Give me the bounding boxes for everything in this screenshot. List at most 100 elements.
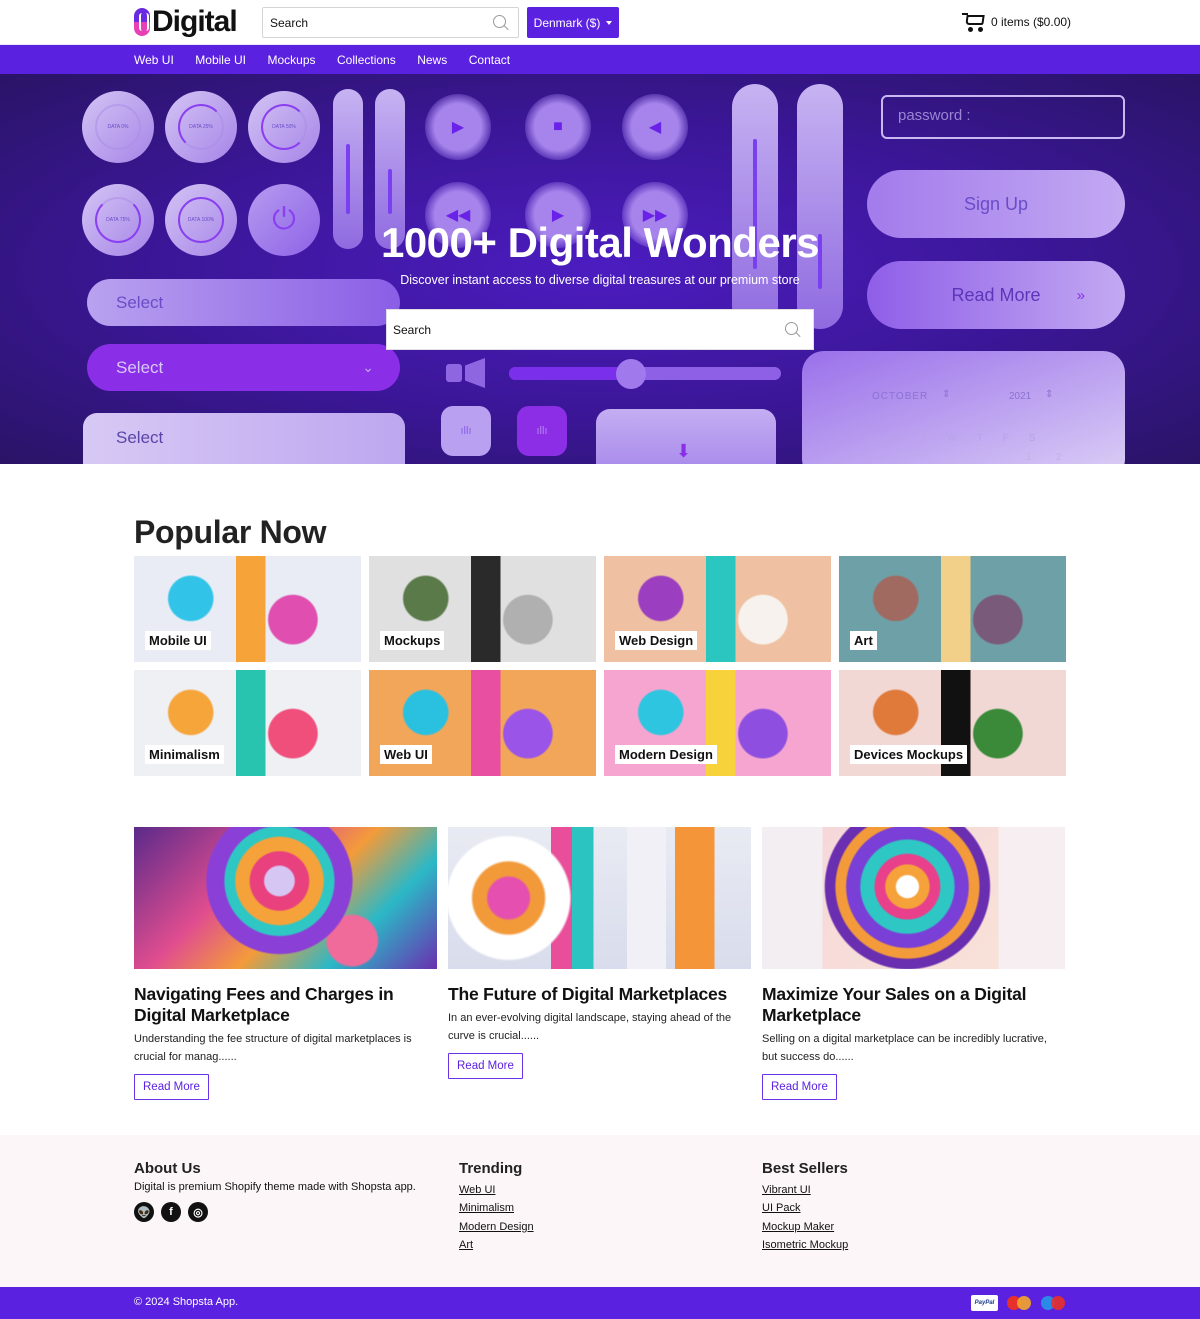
nav-item-web-ui[interactable]: Web UI [134,53,174,67]
bg-vertical-slider [732,84,778,329]
search-icon[interactable] [493,15,509,31]
dial-0: DATA 0% [82,91,154,163]
collection-tile[interactable]: Devices Mockups [839,670,1066,776]
nav-item-mockups[interactable]: Mockups [267,53,315,67]
collection-tile[interactable]: Web Design [604,556,831,662]
collection-tile[interactable]: Art [839,556,1066,662]
read-more-button[interactable]: Read More [762,1074,837,1100]
footer-trending: Trending Web UI Minimalism Modern Design… [459,1160,534,1254]
main-nav: Web UI Mobile UI Mockups Collections New… [0,45,1200,74]
header-search [262,7,519,38]
mastercard-icon [1007,1295,1031,1311]
header-search-input[interactable] [263,8,483,37]
cart-link[interactable]: 0 items ($0.00) [962,12,1071,32]
tile-label: Web Design [615,631,698,650]
article-image[interactable] [448,827,751,969]
article-image[interactable] [762,827,1065,969]
article-card: The Future of Digital Marketplaces In an… [448,827,751,1100]
collection-tile[interactable]: Minimalism [134,670,361,776]
bg-equalizer-button: ıllı [441,406,491,456]
collection-tile[interactable]: Web UI [369,670,596,776]
hero-banner: DATA 0% DATA 25% DATA 50% DATA 75% DATA … [0,74,1200,464]
bg-stop-icon: ■ [525,94,591,160]
hero-search [386,309,814,350]
footer-link[interactable]: Vibrant UI [762,1181,848,1199]
tile-label: Minimalism [145,745,224,764]
article-title[interactable]: Maximize Your Sales on a Digital Marketp… [762,984,1065,1026]
footer-best-sellers-title: Best Sellers [762,1160,848,1177]
article-excerpt: Selling on a digital marketplace can be … [762,1033,1047,1063]
country-label: Denmark ($) [533,15,601,30]
country-selector-button[interactable]: Denmark ($) [527,7,619,38]
article-card: Navigating Fees and Charges in Digital M… [134,827,437,1100]
blog-articles: Navigating Fees and Charges in Digital M… [134,827,1066,1100]
tile-label: Mockups [380,631,445,650]
collection-tile[interactable]: Mockups [369,556,596,662]
nav-item-collections[interactable]: Collections [337,53,396,67]
bg-calendar: OCTOBER ⇕ 2021 ⇕ SMTWTFS 1 2 [802,351,1125,464]
bg-password-field: password : [881,95,1125,139]
read-more-button[interactable]: Read More [448,1053,523,1079]
tile-label: Web UI [380,745,432,764]
hero-search-input[interactable] [387,310,767,349]
footer-link[interactable]: UI Pack [762,1199,848,1217]
shopping-cart-icon [962,12,986,32]
bg-select: Select [83,413,405,464]
bg-select: Select ⌄ [87,344,400,391]
logo-icon [134,8,150,36]
footer-link[interactable]: Isometric Mockup [762,1236,848,1254]
logo[interactable]: Digital [134,5,238,39]
read-more-button[interactable]: Read More [134,1074,209,1100]
footer-about-title: About Us [134,1160,201,1177]
tile-label: Devices Mockups [850,745,968,764]
footer-link[interactable]: Minimalism [459,1199,534,1217]
search-icon[interactable] [785,322,801,338]
nav-item-mobile-ui[interactable]: Mobile UI [195,53,246,67]
tile-label: Art [850,631,877,650]
footer-about-text: Digital is premium Shopify theme made wi… [134,1181,416,1193]
maestro-icon [1041,1295,1065,1311]
bg-readmore-button: Read More» [867,261,1125,329]
footer: About Us Digital is premium Shopify them… [0,1135,1200,1287]
bg-prev-icon: ◀ [622,94,688,160]
article-image[interactable] [134,827,437,969]
footer-link[interactable]: Modern Design [459,1218,534,1236]
bg-vertical-slider [797,84,843,329]
facebook-icon[interactable]: f [161,1202,181,1222]
caret-down-icon [606,20,613,25]
popular-grid: Mobile UI Mockups Web Design Art Minimal… [134,556,1066,776]
reddit-icon[interactable]: 👽 [134,1202,154,1222]
tile-label: Mobile UI [145,631,211,650]
paypal-icon: PayPal [971,1295,998,1311]
nav-item-contact[interactable]: Contact [469,53,510,67]
footer-about: About Us Digital is premium Shopify them… [134,1160,416,1222]
article-title[interactable]: Navigating Fees and Charges in Digital M… [134,984,437,1026]
dial-50: DATA 50% [248,91,320,163]
footer-best-sellers: Best Sellers Vibrant UI UI Pack Mockup M… [762,1160,848,1254]
bg-equalizer-button: ıllı [517,406,567,456]
top-header: Digital Denmark ($) 0 items ($0.00) [0,0,1200,45]
article-title[interactable]: The Future of Digital Marketplaces [448,984,751,1005]
tile-label: Modern Design [615,745,717,764]
bg-horizontal-slider [509,359,781,389]
footer-bottom-bar: © 2024 Shopsta App. PayPal [0,1287,1200,1319]
article-excerpt: Understanding the fee structure of digit… [134,1033,412,1063]
nav-item-news[interactable]: News [417,53,447,67]
article-card: Maximize Your Sales on a Digital Marketp… [762,827,1065,1100]
hero-title: 1000+ Digital Wonders [380,219,820,266]
dial-25: DATA 25% [165,91,237,163]
popular-now-heading: Popular Now [134,514,327,550]
footer-link[interactable]: Mockup Maker [762,1218,848,1236]
bg-play-icon: ▶ [425,94,491,160]
copyright: © 2024 Shopsta App. [134,1296,239,1308]
footer-link[interactable]: Art [459,1236,534,1254]
social-links: 👽 f ◎ [134,1202,416,1222]
collection-tile[interactable]: Modern Design [604,670,831,776]
bg-download-button: ⬇ [596,409,776,464]
cart-summary: 0 items ($0.00) [991,15,1072,29]
collection-tile[interactable]: Mobile UI [134,556,361,662]
article-excerpt: In an ever-evolving digital landscape, s… [448,1012,732,1042]
instagram-icon[interactable]: ◎ [188,1202,208,1222]
footer-trending-title: Trending [459,1160,523,1177]
footer-link[interactable]: Web UI [459,1181,534,1199]
